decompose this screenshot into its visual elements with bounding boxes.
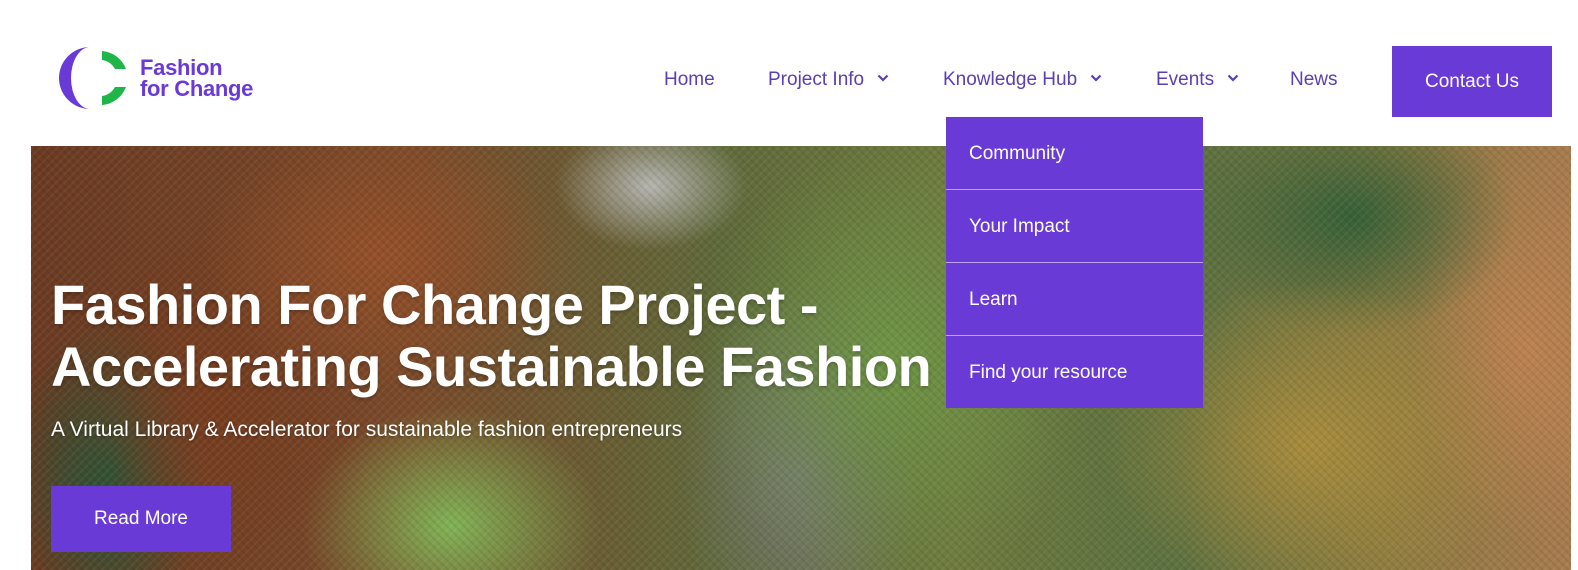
contact-us-button[interactable]: Contact Us — [1392, 46, 1552, 117]
dropdown-item-label: Learn — [969, 289, 1018, 310]
chevron-down-icon — [1091, 74, 1102, 82]
hero-subtitle: A Virtual Library & Accelerator for sust… — [51, 418, 683, 441]
read-more-label: Read More — [94, 508, 188, 529]
logo-wordmark: Fashion for Change — [140, 55, 254, 101]
logo-text-line1: Fashion — [140, 55, 223, 80]
read-more-button[interactable]: Read More — [51, 486, 231, 552]
dropdown-item-label: Find your resource — [969, 362, 1128, 383]
logo-text-line2: for Change — [140, 76, 254, 101]
dropdown-item-learn[interactable]: Learn — [946, 263, 1203, 336]
nav-home-label: Home — [664, 69, 715, 90]
hero-title-line2: Accelerating Sustainable Fashion — [51, 335, 932, 398]
nav-home[interactable]: Home — [664, 64, 715, 96]
nav-events[interactable]: Events — [1156, 64, 1239, 96]
nav-news[interactable]: News — [1290, 64, 1338, 96]
dropdown-item-label: Community — [969, 143, 1066, 164]
nav-knowledge-hub[interactable]: Knowledge Hub — [943, 64, 1102, 96]
hero-title-line1: Fashion For Change Project - — [51, 273, 818, 336]
contact-us-label: Contact Us — [1425, 71, 1519, 92]
nav-project-info-label: Project Info — [768, 69, 865, 90]
nav-events-label: Events — [1156, 69, 1215, 90]
nav-project-info[interactable]: Project Info — [768, 64, 889, 96]
knowledge-hub-dropdown: Community Your Impact Learn Find your re… — [946, 117, 1203, 408]
dropdown-item-community[interactable]: Community — [946, 117, 1203, 190]
dropdown-item-find-your-resource[interactable]: Find your resource — [946, 336, 1203, 408]
dropdown-item-your-impact[interactable]: Your Impact — [946, 190, 1203, 263]
site-logo[interactable]: Fashion for Change — [52, 45, 253, 111]
logo-icon — [59, 47, 126, 109]
hero-title: Fashion For Change Project - Acceleratin… — [51, 274, 1051, 398]
nav-news-label: News — [1290, 69, 1338, 90]
chevron-down-icon — [1228, 74, 1239, 82]
chevron-down-icon — [878, 74, 889, 82]
nav-knowledge-hub-label: Knowledge Hub — [943, 69, 1078, 90]
dropdown-item-label: Your Impact — [969, 216, 1070, 237]
